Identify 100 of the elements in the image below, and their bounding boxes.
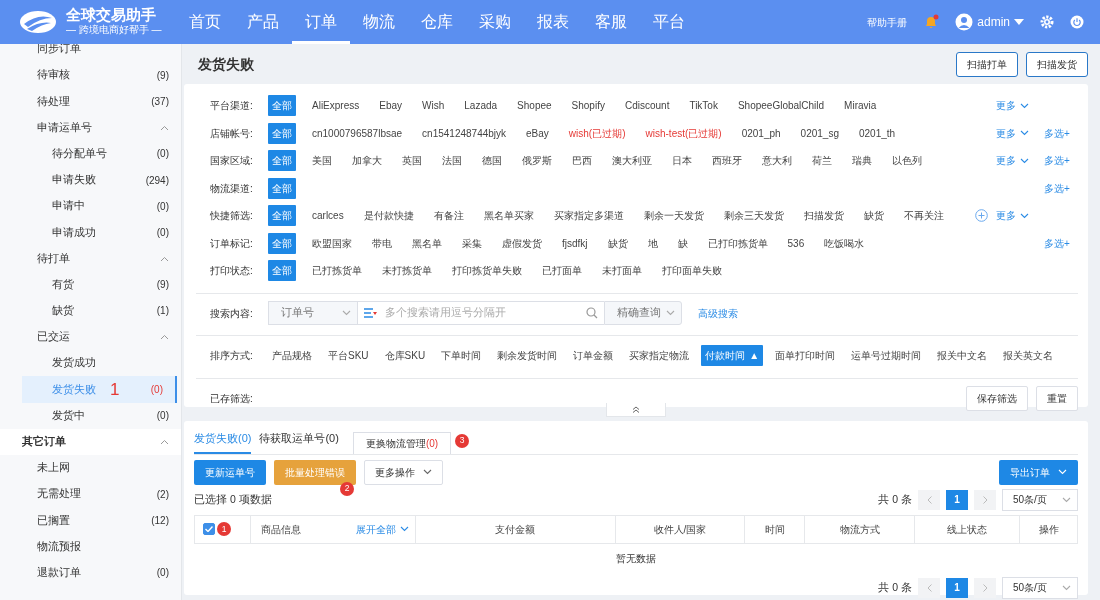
filter-option[interactable]: 缺货 — [859, 205, 888, 227]
more-link[interactable]: 更多 — [996, 153, 1029, 169]
filter-option[interactable]: 缺 — [673, 232, 692, 254]
prev-page-button[interactable] — [918, 489, 940, 510]
filter-option[interactable]: 黑名单 — [408, 232, 446, 254]
filter-option[interactable]: 扫描发货 — [799, 205, 848, 227]
page-number[interactable]: 1 — [946, 577, 968, 598]
filter-option[interactable]: 法国 — [438, 150, 466, 172]
filter-option[interactable]: 澳大利亚 — [608, 150, 656, 172]
filter-option[interactable]: 全部 — [268, 177, 296, 199]
sort-option[interactable]: 平台SKU — [324, 345, 373, 367]
filter-button[interactable]: 保存筛选 — [966, 385, 1028, 411]
sidebar-item[interactable]: 申请运单号 — [0, 114, 181, 141]
mode-select[interactable]: 精确查询 — [604, 301, 682, 326]
filter-option[interactable]: 全部 — [268, 260, 296, 282]
filter-option[interactable]: 0201_sg — [796, 122, 843, 144]
sidebar-item[interactable]: 发货成功 — [0, 350, 181, 377]
filter-option[interactable]: 剩余三天发货 — [719, 205, 788, 227]
filter-option[interactable]: 日本 — [668, 150, 696, 172]
filter-option[interactable]: 全部 — [268, 150, 296, 172]
filter-option[interactable]: 已打印拣货单 — [703, 232, 772, 254]
filter-option[interactable]: 采集 — [458, 232, 486, 254]
filter-option[interactable]: 虚假发货 — [498, 232, 546, 254]
page-size-select[interactable]: 50条/页 — [1002, 576, 1078, 599]
filter-option[interactable]: 德国 — [478, 150, 506, 172]
filter-option[interactable]: 带电 — [368, 232, 396, 254]
action-button[interactable]: 更多操作 — [364, 459, 443, 485]
filter-option[interactable]: 西班牙 — [708, 150, 746, 172]
add-circle-icon[interactable] — [975, 209, 988, 223]
filter-option[interactable]: Cdiscount — [620, 95, 674, 117]
sidebar-item[interactable]: 待审核 (9) — [0, 62, 181, 89]
sidebar-item[interactable]: 无需处理 (2) — [0, 481, 181, 508]
filter-option[interactable]: 黑名单买家 — [479, 205, 538, 227]
sidebar-item[interactable]: 物流预报 — [0, 533, 181, 560]
filter-option[interactable]: TikTok — [685, 95, 722, 117]
more-link[interactable]: 更多 — [996, 98, 1029, 114]
advanced-search-link[interactable]: 高级搜索 — [698, 305, 738, 321]
filter-option[interactable]: 剩余一天发货 — [639, 205, 708, 227]
field-select[interactable]: 订单号 — [268, 301, 358, 326]
filter-option[interactable]: 是付款快捷 — [359, 205, 418, 227]
settings-icon[interactable] — [1040, 15, 1054, 29]
sort-option[interactable]: 运单号过期时间 — [847, 345, 926, 367]
filter-option[interactable]: 全部 — [268, 95, 296, 117]
filter-option[interactable]: 打印面单失败 — [658, 260, 726, 282]
sidebar-item[interactable]: 已搁置 (12) — [0, 507, 181, 534]
filter-option[interactable]: 0201_th — [854, 122, 900, 144]
filter-option[interactable]: 地 — [643, 232, 662, 254]
multi-select-link[interactable]: 多选+ — [1044, 155, 1070, 167]
filter-option[interactable]: 英国 — [398, 150, 426, 172]
sidebar-item[interactable]: 退款订单 (0) — [0, 559, 181, 586]
filter-option[interactable]: 有备注 — [429, 205, 468, 227]
filter-option[interactable]: Miravia — [840, 95, 881, 117]
sort-option[interactable]: 买家指定物流 — [625, 345, 694, 367]
sidebar-item[interactable]: 发货失败 1 (0) — [22, 376, 177, 403]
multi-select-link[interactable]: 多选+ — [1044, 182, 1070, 194]
result-tab[interactable]: 发货失败(0) — [194, 425, 252, 454]
sidebar-item[interactable]: 已交运 — [0, 324, 181, 351]
filter-option[interactable]: 已打面单 — [538, 260, 586, 282]
filter-option[interactable]: cn1000796587lbsae — [308, 122, 407, 144]
sort-option[interactable]: 面单打印时间 — [771, 345, 840, 367]
sidebar-item[interactable]: 缺货 (1) — [0, 297, 181, 325]
filter-button[interactable]: 重置 — [1036, 385, 1078, 411]
filter-option[interactable]: 未打面单 — [598, 260, 646, 282]
filter-option[interactable]: 买家指定多渠道 — [549, 205, 628, 227]
filter-option[interactable]: 巴西 — [568, 150, 596, 172]
filter-option[interactable]: 瑞典 — [848, 150, 876, 172]
filter-option[interactable]: cn1541248744bjyk — [418, 122, 511, 144]
more-link[interactable]: 更多 — [996, 125, 1029, 141]
filter-option[interactable]: 美国 — [308, 150, 336, 172]
filter-option[interactable]: Lazada — [460, 95, 502, 117]
filter-option[interactable]: 荷兰 — [808, 150, 836, 172]
sort-option[interactable]: 订单金额 — [569, 345, 618, 367]
filter-option[interactable]: 吃饭喝水 — [820, 232, 869, 254]
power-icon[interactable] — [1070, 15, 1084, 29]
filter-option[interactable]: 全部 — [268, 122, 296, 144]
sidebar-item[interactable]: 待处理 (37) — [0, 88, 181, 115]
more-link[interactable]: 更多 — [996, 208, 1029, 224]
bell-icon[interactable] — [923, 14, 940, 30]
sidebar-item[interactable]: 待分配单号 (0) — [0, 140, 181, 167]
multi-select-link[interactable]: 多选+ — [1044, 237, 1070, 249]
filter-option[interactable]: 缺货 — [603, 232, 632, 254]
filter-option[interactable]: Ebay — [375, 95, 407, 117]
filter-option[interactable]: 未打拣货单 — [378, 260, 436, 282]
result-tab[interactable]: 更换物流管理(0) — [352, 431, 452, 454]
filter-option[interactable]: 不再关注 — [899, 205, 948, 227]
filter-option[interactable]: 俄罗斯 — [518, 150, 556, 172]
collapse-handle[interactable] — [606, 403, 666, 417]
prev-page-button[interactable] — [918, 577, 940, 598]
filter-option[interactable]: fjsdfkj — [558, 232, 592, 254]
filter-option[interactable]: 全部 — [268, 205, 296, 227]
sort-option[interactable]: 付款时间 ▲ — [701, 345, 764, 367]
sidebar-item[interactable]: 有货 (9) — [0, 271, 181, 298]
sidebar-item[interactable]: 同步订单 — [0, 44, 181, 63]
sidebar-item[interactable]: 发货中 (0) — [0, 402, 181, 429]
filter-option[interactable]: 加拿大 — [348, 150, 386, 172]
filter-option[interactable]: 意大利 — [758, 150, 796, 172]
multi-select-link[interactable]: 多选+ — [1044, 127, 1070, 139]
sort-option[interactable]: 产品规格 — [268, 345, 316, 367]
next-page-button[interactable] — [974, 489, 996, 510]
filter-option[interactable]: wish-test(已过期) — [641, 122, 726, 144]
